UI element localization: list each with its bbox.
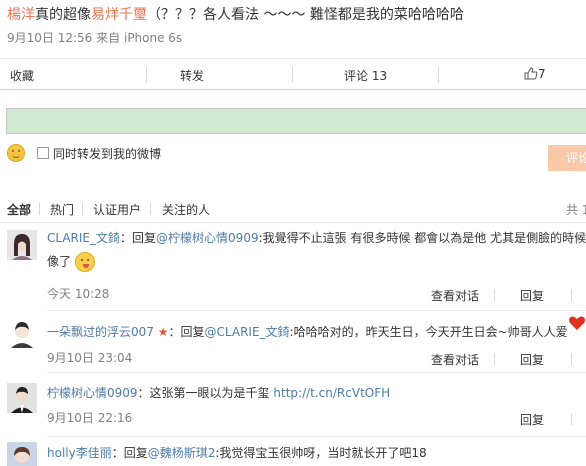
comment-time: 今天 10:28 — [47, 287, 110, 301]
view-conversation-button[interactable]: 查看对话 — [431, 351, 479, 368]
heart-emoji-icon — [569, 316, 585, 330]
divider — [494, 353, 495, 365]
comment-text: 一朵飘过的浮云007 ★：回复@CLARIE_文錡:哈哈哈对的，昨天生日，今天开… — [47, 323, 568, 340]
divider — [150, 203, 151, 215]
avatar[interactable] — [7, 383, 37, 413]
divider — [494, 289, 495, 301]
divider — [146, 67, 147, 83]
comment-filters: 全部 热门 认证用户 关注的人 共 1 — [0, 199, 586, 221]
reply-mention[interactable]: @柠檬树心情0909 — [156, 231, 259, 245]
divider — [438, 67, 439, 83]
comment-body: 像了 — [47, 254, 72, 269]
divider — [47, 436, 586, 437]
comment-sep: ：回复 — [111, 446, 148, 460]
thumbs-up-icon — [524, 67, 538, 80]
comment-text: 柠檬树心情0909：这张第一眼以为是千玺 http://t.cn/RcVtOFH — [47, 384, 390, 401]
comment-user[interactable]: CLARIE_文錡 — [47, 231, 120, 245]
comment-time: 9月10日 22:16 — [47, 411, 133, 425]
comment-user[interactable]: 柠檬树心情0909 — [47, 386, 138, 400]
emoji-icon[interactable] — [7, 144, 25, 162]
post-text-part: 真的超像 — [35, 7, 91, 23]
comment-input[interactable] — [6, 108, 586, 134]
post-source[interactable]: iPhone 6s — [124, 31, 182, 45]
post-text-part: （？？？各人看法 ～～～ 難怪都是我的菜哈哈哈哈 — [147, 7, 464, 23]
source-prefix: 来自 — [96, 31, 121, 45]
avatar[interactable] — [7, 442, 37, 466]
comment-total: 共 1 — [566, 203, 586, 217]
divider — [39, 203, 40, 215]
filter-hot[interactable]: 热门 — [50, 201, 74, 218]
reply-mention[interactable]: @CLARIE_文錡 — [205, 325, 290, 339]
comment-body: ：这张第一眼以为是千玺 — [137, 386, 270, 400]
post-text: 楊洋真的超像易烊千璽（？？？各人看法 ～～～ 難怪都是我的菜哈哈哈哈 — [7, 4, 464, 24]
repost-button[interactable]: 转发 — [180, 67, 204, 84]
divider — [82, 203, 83, 215]
post-meta: 9月10日 12:56 来自 iPhone 6s — [7, 29, 182, 46]
divider — [47, 372, 586, 373]
like-count: 7 — [538, 67, 546, 81]
post-actions: 收藏 转发 评论 13 7 — [0, 58, 586, 90]
reply-mention[interactable]: @魏杨斯琪2 — [148, 446, 216, 460]
comment-body: :哈哈哈对的，昨天生日，今天开生日会~帅哥人人爱 — [289, 325, 568, 339]
divider — [47, 310, 586, 311]
reply-button[interactable]: 回复 — [520, 411, 544, 428]
comment-text: CLARIE_文錡：回复@柠檬树心情0909:我覺得不止這張 有很多時候 都會以… — [47, 229, 586, 246]
like-button[interactable]: 7 — [524, 67, 546, 81]
divider — [292, 67, 293, 83]
comment-user[interactable]: 一朵飘过的浮云007 — [47, 325, 154, 339]
star-badge-icon: ★ — [157, 325, 169, 339]
avatar[interactable] — [7, 230, 37, 260]
mention-yangyang[interactable]: 楊洋 — [7, 7, 35, 23]
laughing-emoji-icon — [74, 252, 95, 272]
divider — [0, 222, 586, 223]
view-conversation-button[interactable]: 查看对话 — [431, 287, 479, 304]
repost-checkbox[interactable] — [37, 147, 49, 159]
filter-following[interactable]: 关注的人 — [162, 201, 210, 218]
filter-all[interactable]: 全部 — [7, 201, 31, 218]
comment-sep: ： — [120, 231, 133, 245]
collect-button[interactable]: 收藏 — [10, 67, 34, 84]
mention-yiyangqianxi[interactable]: 易烊千璽 — [91, 7, 147, 23]
short-link[interactable]: http://t.cn/RcVtOFH — [273, 386, 390, 400]
divider — [571, 353, 572, 365]
comment-button[interactable]: 评论 13 — [344, 67, 387, 84]
reply-prefix: 回复 — [132, 231, 157, 245]
comment-body: :我觉得宝玉很帅呀，当时就长开了吧18 — [215, 446, 427, 460]
comment-user[interactable]: holly李佳丽 — [47, 446, 112, 460]
repost-checkbox-label: 同时转发到我的微博 — [53, 147, 162, 161]
filter-verified[interactable]: 认证用户 — [93, 201, 141, 218]
post-date[interactable]: 9月10日 12:56 — [7, 31, 92, 45]
reply-button[interactable]: 回复 — [520, 351, 544, 368]
weibo-post: 楊洋真的超像易烊千璽（？？？各人看法 ～～～ 難怪都是我的菜哈哈哈哈 9月10日… — [0, 0, 586, 58]
submit-comment-button[interactable]: 评论 — [548, 145, 586, 171]
divider — [571, 289, 572, 301]
comment-text-line2: 像了 — [47, 252, 95, 272]
avatar[interactable] — [7, 318, 37, 348]
comment-body: :我覺得不止這張 有很多時候 都會以為是他 尤其是側臉的時候 — [258, 231, 586, 245]
comment-sep: ：回复 — [168, 325, 205, 339]
comment-time: 9月10日 23:04 — [47, 351, 133, 365]
reply-button[interactable]: 回复 — [520, 287, 544, 304]
divider — [571, 413, 572, 425]
comment-text: holly李佳丽：回复@魏杨斯琪2:我觉得宝玉很帅呀，当时就长开了吧18 — [47, 444, 427, 461]
